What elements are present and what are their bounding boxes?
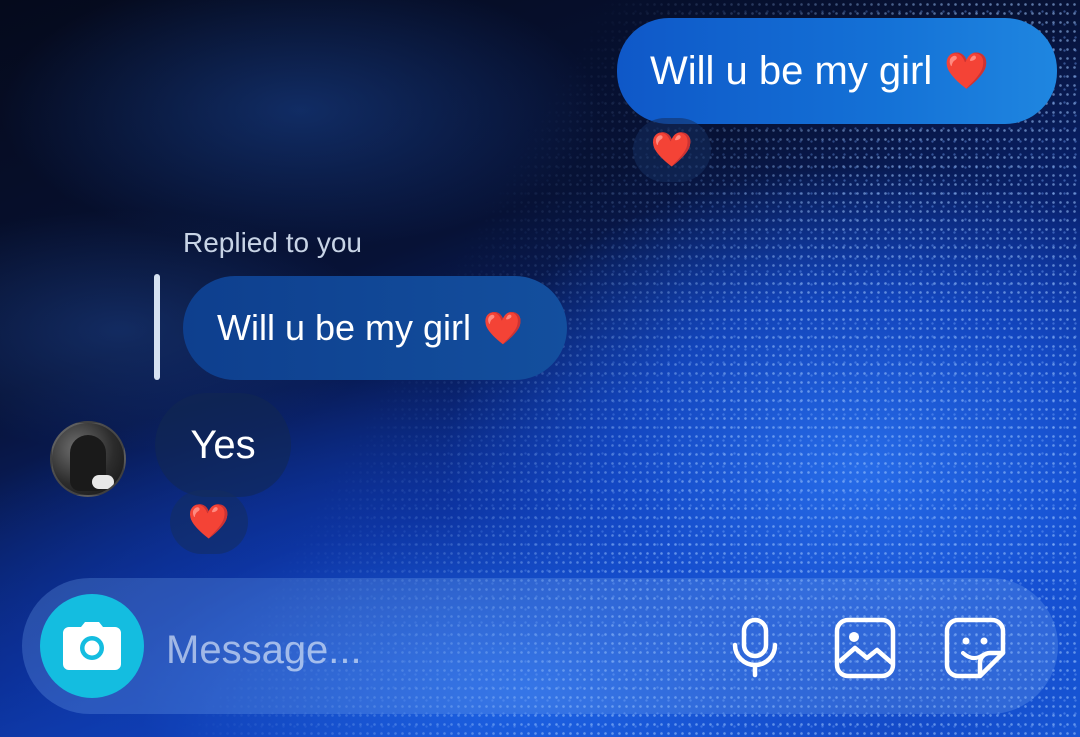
- quoted-message-bubble[interactable]: Will u be my girl ❤️: [183, 276, 567, 380]
- heart-reaction-icon: ❤️: [187, 503, 231, 541]
- sticker-button[interactable]: [939, 612, 1011, 684]
- microphone-button[interactable]: [719, 612, 791, 684]
- reply-quote-bar: [154, 274, 160, 380]
- avatar[interactable]: [50, 421, 126, 497]
- gallery-icon: [834, 617, 896, 679]
- message-input[interactable]: [166, 620, 686, 680]
- camera-icon: [63, 622, 121, 670]
- gallery-button[interactable]: [829, 612, 901, 684]
- sent-message-emoji: ❤️: [944, 50, 990, 91]
- sent-message-bubble[interactable]: Will u be my girl ❤️: [617, 18, 1057, 124]
- received-message-reaction[interactable]: ❤️: [170, 490, 248, 554]
- chat-screen: Will u be my girl ❤️ ❤️ Replied to you W…: [0, 0, 1080, 737]
- heart-reaction-icon: ❤️: [650, 131, 694, 169]
- received-message-text: Yes: [190, 422, 256, 467]
- sent-message-reaction[interactable]: ❤️: [633, 118, 711, 182]
- quoted-message-text: Will u be my girl: [217, 307, 472, 348]
- quoted-message-emoji: ❤️: [483, 310, 523, 346]
- avatar-detail: [92, 475, 114, 489]
- camera-button[interactable]: [40, 594, 144, 698]
- received-message-bubble[interactable]: Yes: [155, 393, 291, 497]
- sticker-icon: [944, 617, 1006, 679]
- reply-label: Replied to you: [183, 227, 363, 258]
- sent-message-text: Will u be my girl: [650, 48, 933, 93]
- microphone-icon: [732, 617, 778, 678]
